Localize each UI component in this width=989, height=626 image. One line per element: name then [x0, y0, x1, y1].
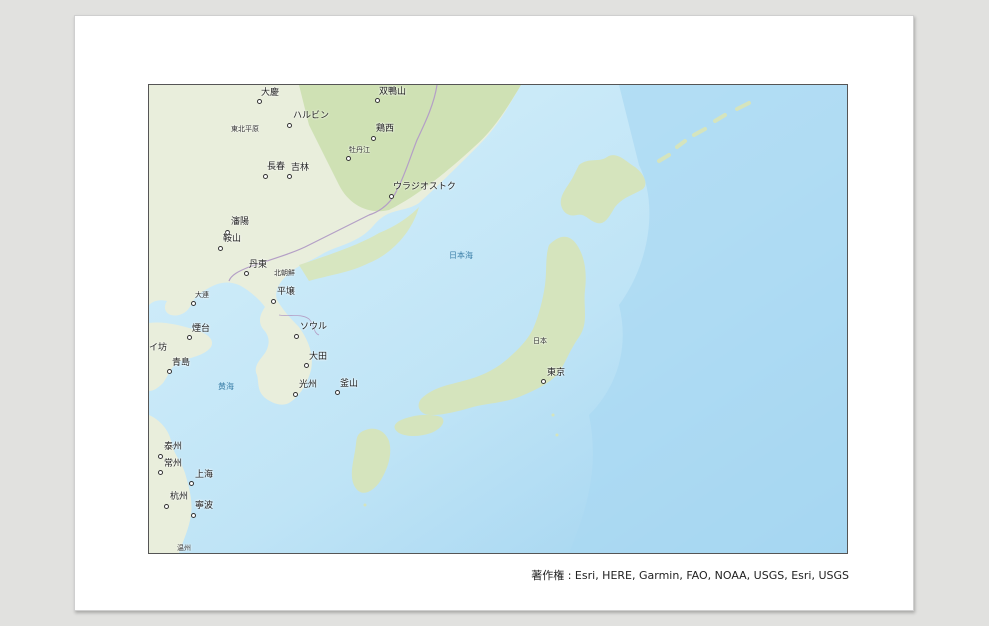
label-japan: 日本	[533, 337, 547, 345]
anshan-marker	[218, 246, 223, 251]
seoul-marker	[294, 334, 299, 339]
layout-page: 大慶 双鴨山 ハルビン 東北平原 鶏西 牡丹江 長春 吉林 ウラジオストク 瀋陽…	[74, 15, 914, 611]
label-yellow-sea: 黄海	[218, 382, 234, 391]
label-pyongyang: 平壌	[277, 287, 296, 297]
label-jixi: 鶏西	[376, 124, 395, 134]
attribution-text: 著作権 : Esri, HERE, Garmin, FAO, NOAA, USG…	[531, 569, 849, 582]
taizhou-marker	[158, 454, 163, 459]
jilin-marker	[287, 174, 292, 179]
label-seoul: ソウル	[300, 322, 328, 332]
label-hangzhou: 杭州	[170, 492, 189, 502]
basemap	[149, 85, 847, 553]
changchun-marker	[263, 174, 268, 179]
label-qingdao: 青島	[172, 358, 191, 368]
label-harbin: ハルビン	[293, 111, 330, 121]
label-changchun: 長春	[267, 162, 286, 172]
label-dalian: 大連	[195, 291, 209, 299]
label-dandong: 丹東	[249, 260, 268, 270]
label-shuangyashan: 双鴨山	[379, 87, 407, 97]
dandong-marker	[244, 271, 249, 276]
label-shanghai: 上海	[195, 470, 214, 480]
mudanjiang-marker	[346, 156, 351, 161]
tokyo-marker	[541, 379, 546, 384]
qingdao-marker	[167, 369, 172, 374]
ningbo-marker	[191, 513, 196, 518]
label-taizhou: 泰州	[164, 442, 183, 452]
daejeon-marker	[304, 363, 309, 368]
yantai-marker	[187, 335, 192, 340]
gwangju-marker	[293, 392, 298, 397]
label-wenzhou: 温州	[177, 544, 191, 552]
label-daqing: 大慶	[261, 88, 280, 98]
label-jilin: 吉林	[291, 163, 310, 173]
changzhou-marker	[158, 470, 163, 475]
label-gwangju: 光州	[299, 380, 318, 390]
harbin-marker	[287, 123, 292, 128]
shuangyashan-marker	[375, 98, 380, 103]
pyongyang-marker	[271, 299, 276, 304]
shanghai-marker	[189, 481, 194, 486]
label-northeast-plain: 東北平原	[231, 125, 259, 133]
label-ningbo: 寧波	[195, 501, 214, 511]
label-north-korea: 北朝鮮	[274, 269, 295, 277]
label-tokyo: 東京	[547, 368, 566, 378]
label-daejeon: 大田	[309, 352, 328, 362]
label-vladivostok: ウラジオストク	[393, 182, 456, 192]
label-weifang: イ坊	[149, 343, 168, 353]
daqing-marker	[257, 99, 262, 104]
busan-marker	[335, 390, 340, 395]
hangzhou-marker	[164, 504, 169, 509]
label-changzhou: 常州	[164, 459, 183, 469]
vladivostok-marker	[389, 194, 394, 199]
label-anshan: 鞍山	[223, 234, 242, 244]
label-mudanjiang: 牡丹江	[349, 146, 370, 154]
jixi-marker	[371, 136, 376, 141]
dalian-marker	[191, 301, 196, 306]
label-busan: 釜山	[340, 379, 359, 389]
label-shenyang: 瀋陽	[231, 217, 250, 227]
label-yantai: 煙台	[192, 324, 211, 334]
map-frame[interactable]: 大慶 双鴨山 ハルビン 東北平原 鶏西 牡丹江 長春 吉林 ウラジオストク 瀋陽…	[148, 84, 848, 554]
label-sea-of-japan: 日本海	[449, 251, 473, 260]
